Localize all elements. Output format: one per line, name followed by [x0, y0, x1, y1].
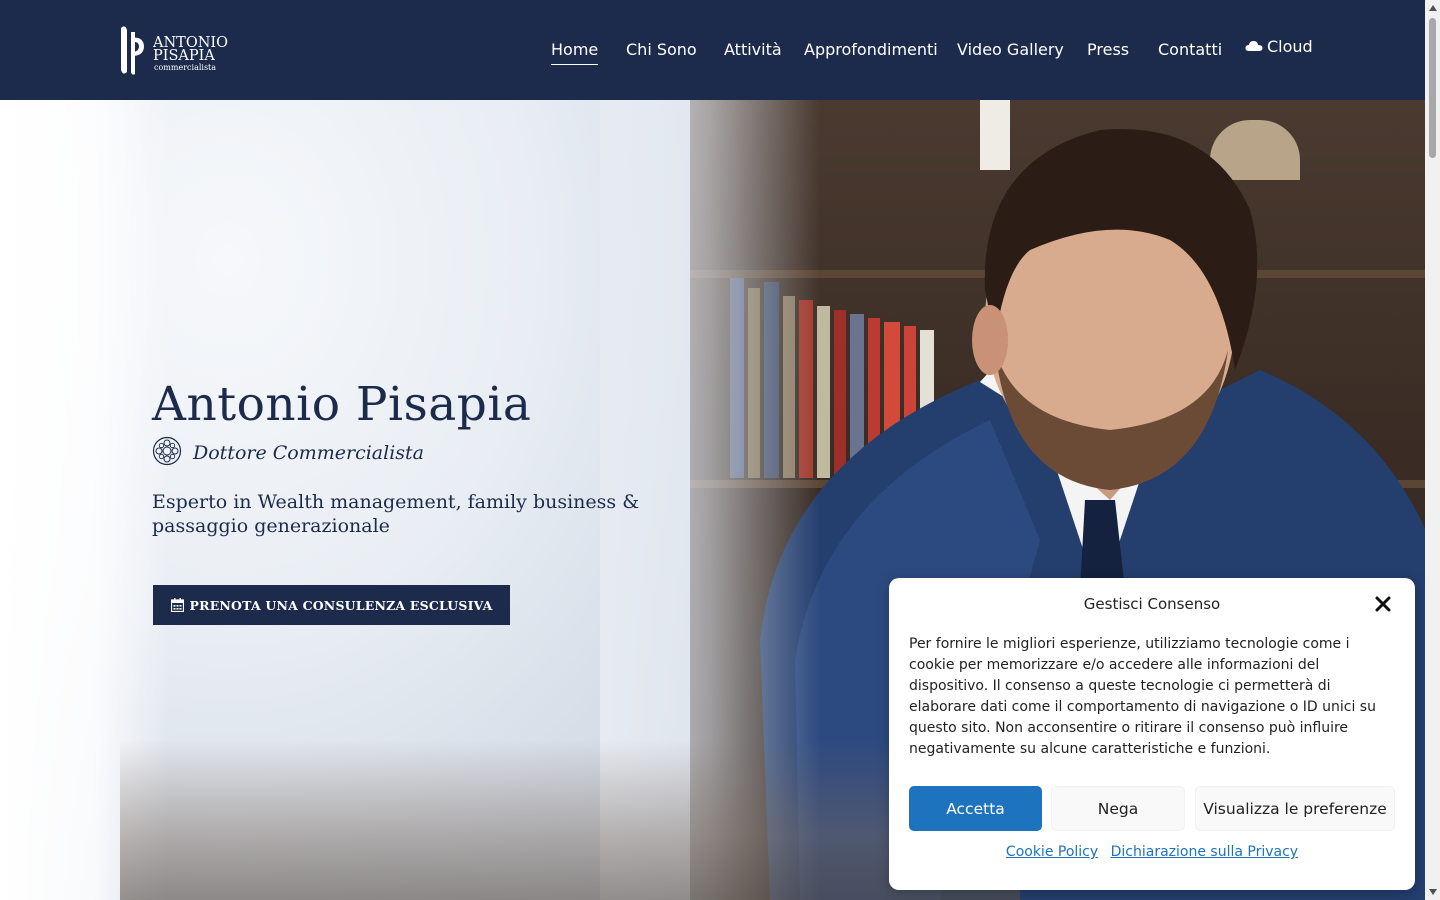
cookie-modal-title: Gestisci Consenso	[1083, 595, 1221, 613]
hero-description: Esperto in Wealth management, family bus…	[152, 491, 640, 537]
nav-item-home[interactable]: Home	[551, 40, 599, 65]
hero-title: Antonio Pisapia	[152, 377, 532, 432]
cookie-modal-text: Per fornire le migliori esperienze, util…	[909, 636, 1376, 757]
nav-item-cloud-label: Cloud	[1267, 37, 1313, 56]
nav-item-video-gallery[interactable]: Video Gallery	[957, 40, 1064, 60]
seal-icon	[152, 436, 182, 466]
cookie-policy-link[interactable]: Cookie Policy	[1006, 844, 1098, 860]
cookie-modal-links: Cookie Policy Dichiarazione sulla Privac…	[889, 844, 1415, 860]
close-icon[interactable]	[1374, 595, 1392, 613]
nav-item-press[interactable]: Press	[1087, 40, 1129, 60]
cookie-consent-modal: Gestisci Consenso Per fornire le miglior…	[889, 578, 1415, 890]
privacy-statement-link[interactable]: Dichiarazione sulla Privacy	[1111, 844, 1298, 860]
scroll-down-arrow-icon[interactable]	[1429, 889, 1437, 895]
site-header: ANTONIO PISAPIA commercialista Home Chi …	[0, 0, 1425, 100]
scroll-thumb[interactable]	[1429, 18, 1436, 158]
view-preferences-button[interactable]: Visualizza le preferenze	[1195, 786, 1395, 831]
hero-subtitle: Dottore Commercialista	[193, 442, 424, 464]
main-nav: Home Chi Sono Attività Approfondimenti V…	[0, 36, 1425, 66]
book-consultation-button[interactable]: PRENOTA UNA CONSULENZA ESCLUSIVA	[153, 585, 510, 625]
nav-item-contatti[interactable]: Contatti	[1158, 40, 1222, 60]
cloud-icon	[1245, 40, 1263, 51]
calendar-icon	[170, 598, 184, 612]
hero-desk-blur	[120, 740, 1020, 900]
book-consultation-label: PRENOTA UNA CONSULENZA ESCLUSIVA	[189, 597, 493, 613]
nav-item-chi-sono[interactable]: Chi Sono	[626, 40, 697, 60]
nav-item-cloud[interactable]: Cloud	[1245, 37, 1313, 57]
nav-item-approfondimenti[interactable]: Approfondimenti	[804, 40, 938, 60]
nav-item-attivita[interactable]: Attività	[724, 40, 782, 60]
scroll-up-arrow-icon[interactable]	[1429, 5, 1437, 11]
accept-button[interactable]: Accetta	[909, 786, 1042, 831]
page-scrollbar[interactable]	[1425, 0, 1440, 900]
deny-button[interactable]: Nega	[1051, 786, 1185, 831]
